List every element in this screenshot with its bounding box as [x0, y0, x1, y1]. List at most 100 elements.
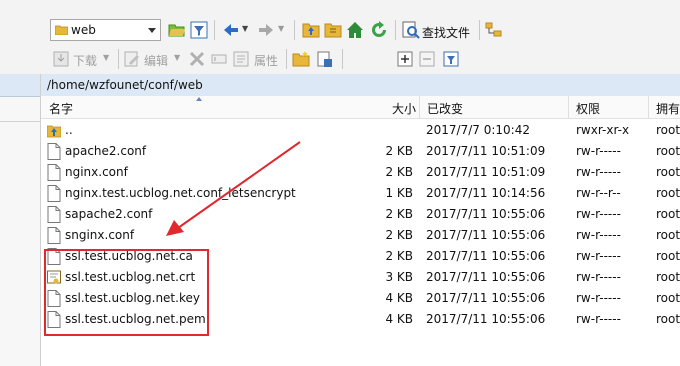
- toolbar-separator: [342, 49, 343, 69]
- file-owner: root: [656, 186, 680, 200]
- file-permissions: rw-r-----: [576, 291, 621, 305]
- file-owner: root: [656, 312, 680, 326]
- new-file-icon[interactable]: [316, 50, 334, 68]
- sort-ascending-icon: [196, 97, 202, 101]
- file-modified: 2017/7/11 10:14:56: [426, 186, 546, 200]
- file-permissions: rw-r-----: [576, 312, 621, 326]
- file-modified: 2017/7/11 10:55:06: [426, 312, 546, 326]
- file-owner: root: [656, 270, 680, 284]
- file-owner: root: [656, 207, 680, 221]
- file-icon: [47, 185, 61, 202]
- file-owner: root: [656, 291, 680, 305]
- file-modified: 2017/7/11 10:55:06: [426, 228, 546, 242]
- file-modified: 2017/7/11 10:55:06: [426, 291, 546, 305]
- chevron-down-icon[interactable]: [148, 28, 156, 33]
- file-permissions: rw-r-----: [576, 207, 621, 221]
- local-pane-divider: [0, 121, 40, 122]
- local-pane[interactable]: [0, 74, 41, 366]
- toolbar-separator: [395, 20, 396, 40]
- collapse-icon[interactable]: [418, 50, 436, 68]
- file-size: 2 KB: [385, 144, 413, 158]
- file-icon: [47, 143, 61, 160]
- new-folder-icon[interactable]: [292, 50, 310, 68]
- tree-view-icon[interactable]: [485, 21, 503, 39]
- file-row[interactable]: nginx.test.ucblog.net.conf_letsencrypt 1 …: [41, 183, 680, 204]
- parent-folder-icon: [46, 122, 62, 139]
- file-size: 4 KB: [385, 312, 413, 326]
- find-files-icon[interactable]: [402, 21, 420, 39]
- file-modified: 2017/7/11 10:51:09: [426, 144, 546, 158]
- file-list-header: 名字 大小 已改变 权限 拥有: [41, 96, 680, 119]
- file-permissions: rw-r-----: [576, 144, 621, 158]
- file-row[interactable]: nginx.conf 2 KB 2017/7/11 10:51:09 rw-r----…: [41, 162, 680, 183]
- forward-dropdown-icon[interactable]: ▼: [278, 24, 284, 33]
- properties-button[interactable]: 属性: [254, 52, 278, 69]
- file-modified: 2017/7/7 0:10:42: [426, 123, 530, 137]
- toolbar-separator: [286, 49, 287, 69]
- column-separator[interactable]: [419, 96, 420, 118]
- file-owner: root: [656, 249, 680, 263]
- file-size: 2 KB: [385, 228, 413, 242]
- file-modified: 2017/7/11 10:55:06: [426, 249, 546, 263]
- expand-icon[interactable]: [396, 50, 414, 68]
- edit-button[interactable]: 编辑: [144, 52, 168, 69]
- file-modified: 2017/7/11 10:55:06: [426, 207, 546, 221]
- file-permissions: rw-r-----: [576, 228, 621, 242]
- download-icon[interactable]: [52, 50, 70, 68]
- highlight-box: [44, 249, 209, 336]
- delete-icon[interactable]: [188, 50, 206, 68]
- open-folder-icon[interactable]: [168, 21, 186, 39]
- back-arrow-icon[interactable]: [222, 21, 240, 39]
- edit-icon[interactable]: [123, 50, 141, 68]
- file-size: 4 KB: [385, 291, 413, 305]
- download-button[interactable]: 下载: [73, 52, 97, 69]
- file-row[interactable]: .. 2017/7/7 0:10:42 rwxr-xr-x root: [41, 120, 680, 141]
- file-name: ..: [65, 123, 73, 137]
- file-icon: [47, 206, 61, 223]
- column-name[interactable]: 名字: [49, 100, 73, 117]
- properties-icon[interactable]: [232, 50, 250, 68]
- root-directory-icon[interactable]: [324, 21, 342, 39]
- column-permissions[interactable]: 权限: [576, 100, 600, 117]
- column-separator[interactable]: [568, 96, 569, 118]
- local-pane-header: [0, 74, 40, 97]
- edit-dropdown-icon[interactable]: ▼: [174, 53, 180, 62]
- column-separator[interactable]: [648, 96, 649, 118]
- file-owner: root: [656, 144, 680, 158]
- file-permissions: rwxr-xr-x: [576, 123, 630, 137]
- back-dropdown-icon[interactable]: ▼: [242, 24, 248, 33]
- home-icon[interactable]: [346, 21, 364, 39]
- toolbar-separator: [479, 20, 480, 40]
- file-row[interactable]: snginx.conf 2 KB 2017/7/11 10:55:06 rw-r---…: [41, 225, 680, 246]
- file-icon: [47, 164, 61, 181]
- file-modified: 2017/7/11 10:51:09: [426, 165, 546, 179]
- find-files-label[interactable]: 查找文件: [422, 24, 470, 41]
- download-dropdown-icon[interactable]: ▼: [103, 53, 109, 62]
- file-permissions: rw-r-----: [576, 270, 621, 284]
- file-size: 2 KB: [385, 165, 413, 179]
- remote-path-bar[interactable]: /home/wzfounet/conf/web: [41, 74, 680, 97]
- filter-tree-icon[interactable]: [442, 50, 460, 68]
- file-toolbar: 下载 ▼ 编辑 ▼ 属性: [0, 44, 680, 75]
- column-modified[interactable]: 已改变: [427, 100, 463, 117]
- column-owner[interactable]: 拥有: [656, 100, 680, 117]
- file-owner: root: [656, 228, 680, 242]
- file-size: 2 KB: [385, 249, 413, 263]
- location-combo[interactable]: web: [50, 19, 161, 41]
- parent-directory-icon[interactable]: [302, 21, 320, 39]
- rename-icon[interactable]: [210, 50, 228, 68]
- file-permissions: rw-r--r--: [576, 186, 621, 200]
- refresh-icon[interactable]: [370, 21, 388, 39]
- file-name: apache2.conf: [65, 144, 147, 158]
- location-combo-value: web: [71, 23, 96, 37]
- file-modified: 2017/7/11 10:55:06: [426, 270, 546, 284]
- forward-arrow-icon[interactable]: [257, 21, 275, 39]
- file-row[interactable]: apache2.conf 2 KB 2017/7/11 10:51:09 rw-r--…: [41, 141, 680, 162]
- file-name: sapache2.conf: [65, 207, 153, 221]
- filter-icon[interactable]: [190, 21, 208, 39]
- file-row[interactable]: sapache2.conf 2 KB 2017/7/11 10:55:06 rw-r-…: [41, 204, 680, 225]
- column-size[interactable]: 大小: [392, 100, 416, 117]
- file-size: 1 KB: [385, 186, 413, 200]
- toolbar-separator: [214, 20, 215, 40]
- toolbar-separator: [294, 20, 295, 40]
